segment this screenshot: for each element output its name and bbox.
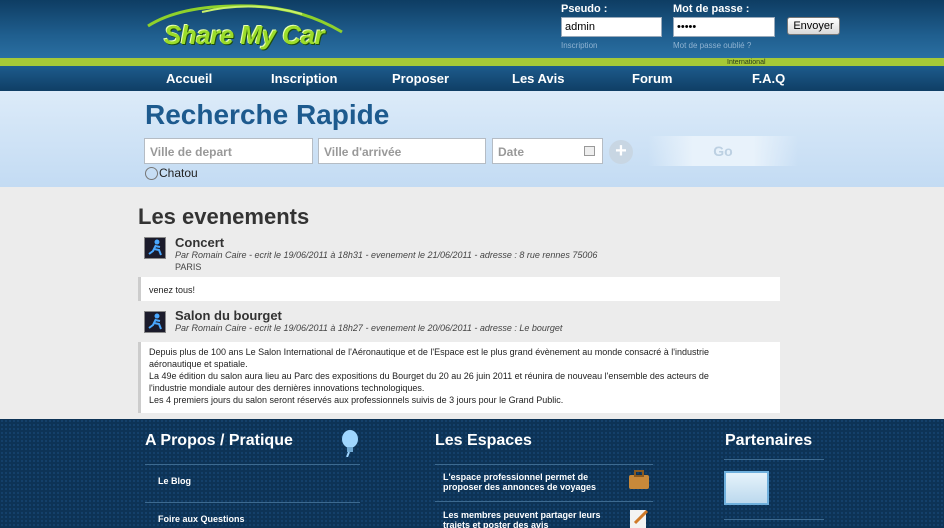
event-icon bbox=[144, 237, 166, 259]
nav-proposer[interactable]: Proposer bbox=[392, 71, 449, 86]
events-title: Les evenements bbox=[138, 204, 310, 229]
nav-forum[interactable]: Forum bbox=[632, 71, 672, 86]
calendar-icon[interactable] bbox=[584, 146, 595, 156]
event-description: Depuis plus de 100 ans Le Salon Internat… bbox=[138, 342, 780, 413]
event-body-line: aéronautique et spatiale. bbox=[149, 359, 248, 369]
search-title: Recherche Rapide bbox=[145, 99, 390, 130]
pseudo-label: Pseudo : bbox=[561, 3, 608, 15]
event-title[interactable]: Salon du bourget bbox=[175, 308, 282, 323]
nav-inscription[interactable]: Inscription bbox=[271, 71, 337, 86]
divider bbox=[435, 464, 653, 465]
members-space-link[interactable]: Les membres peuvent partager leurs bbox=[443, 510, 601, 520]
pro-space-link[interactable]: L'espace professionnel permet de bbox=[443, 472, 588, 482]
notepad-icon bbox=[630, 509, 649, 528]
event-description: venez tous! bbox=[138, 277, 780, 301]
send-button[interactable]: Envoyer bbox=[787, 17, 840, 35]
pro-space-link-line2[interactable]: proposer des annonces de voyages bbox=[443, 482, 596, 492]
event-body-line: l'industrie mondiale autour des dernière… bbox=[149, 383, 425, 393]
password-input[interactable]: ••••• bbox=[673, 17, 775, 37]
partners-title: Partenaires bbox=[725, 432, 813, 449]
quick-search: Recherche Rapide Ville de depart Ville d… bbox=[0, 91, 944, 187]
header: Share My Car Pseudo : admin Inscription … bbox=[0, 0, 944, 58]
partner-logo[interactable] bbox=[724, 471, 769, 505]
international-link[interactable]: International bbox=[727, 59, 766, 66]
nav-accueil[interactable]: Accueil bbox=[166, 71, 212, 86]
add-step-button[interactable]: + bbox=[609, 140, 633, 164]
event-body-line: venez tous! bbox=[149, 285, 196, 295]
event-body-line: Les 4 premiers jours du salon seront rés… bbox=[149, 395, 564, 405]
logo[interactable]: Share My Car bbox=[142, 2, 352, 54]
event-meta-city: PARIS bbox=[175, 262, 202, 272]
divider bbox=[724, 459, 824, 460]
event-meta: Par Romain Caire - ecrit le 19/06/2011 à… bbox=[175, 250, 598, 260]
departure-input[interactable]: Ville de depart bbox=[144, 138, 313, 164]
pseudo-input[interactable]: admin bbox=[561, 17, 662, 37]
date-placeholder: Date bbox=[498, 145, 525, 159]
logo-text: Share My Car bbox=[164, 20, 325, 50]
blog-link[interactable]: Le Blog bbox=[158, 476, 191, 486]
go-button[interactable]: Go bbox=[648, 136, 798, 166]
forgot-password-link[interactable]: Mot de passe oublié ? bbox=[673, 41, 751, 50]
main-nav: Accueil Inscription Proposer Les Avis Fo… bbox=[0, 66, 944, 91]
location-icon bbox=[145, 167, 158, 180]
footer: A Propos / Pratique Le Blog Foire aux Qu… bbox=[0, 419, 944, 528]
date-input[interactable]: Date bbox=[492, 138, 603, 164]
nav-faq[interactable]: F.A.Q bbox=[752, 71, 785, 86]
briefcase-icon bbox=[629, 470, 649, 489]
password-label: Mot de passe : bbox=[673, 3, 750, 15]
faq-link[interactable]: Foire aux Questions bbox=[158, 514, 245, 524]
spaces-title: Les Espaces bbox=[435, 432, 532, 449]
event-icon bbox=[144, 311, 166, 333]
event-title[interactable]: Concert bbox=[175, 235, 224, 250]
about-title: A Propos / Pratique bbox=[145, 432, 293, 449]
lightbulb-icon bbox=[342, 430, 358, 457]
arrival-input[interactable]: Ville d'arrivée bbox=[318, 138, 486, 164]
current-city[interactable]: Chatou bbox=[159, 166, 198, 180]
accent-stripe bbox=[0, 58, 944, 66]
divider bbox=[145, 502, 360, 503]
event-meta: Par Romain Caire - ecrit le 19/06/2011 à… bbox=[175, 323, 563, 333]
event-body-line: La 49e édition du salon aura lieu au Par… bbox=[149, 371, 709, 381]
divider bbox=[435, 501, 653, 502]
event-body-line: Depuis plus de 100 ans Le Salon Internat… bbox=[149, 347, 710, 357]
divider bbox=[724, 519, 824, 520]
nav-avis[interactable]: Les Avis bbox=[512, 71, 565, 86]
members-space-link-line2[interactable]: trajets et poster des avis bbox=[443, 520, 549, 528]
register-link[interactable]: Inscription bbox=[561, 41, 597, 50]
divider bbox=[145, 464, 360, 465]
